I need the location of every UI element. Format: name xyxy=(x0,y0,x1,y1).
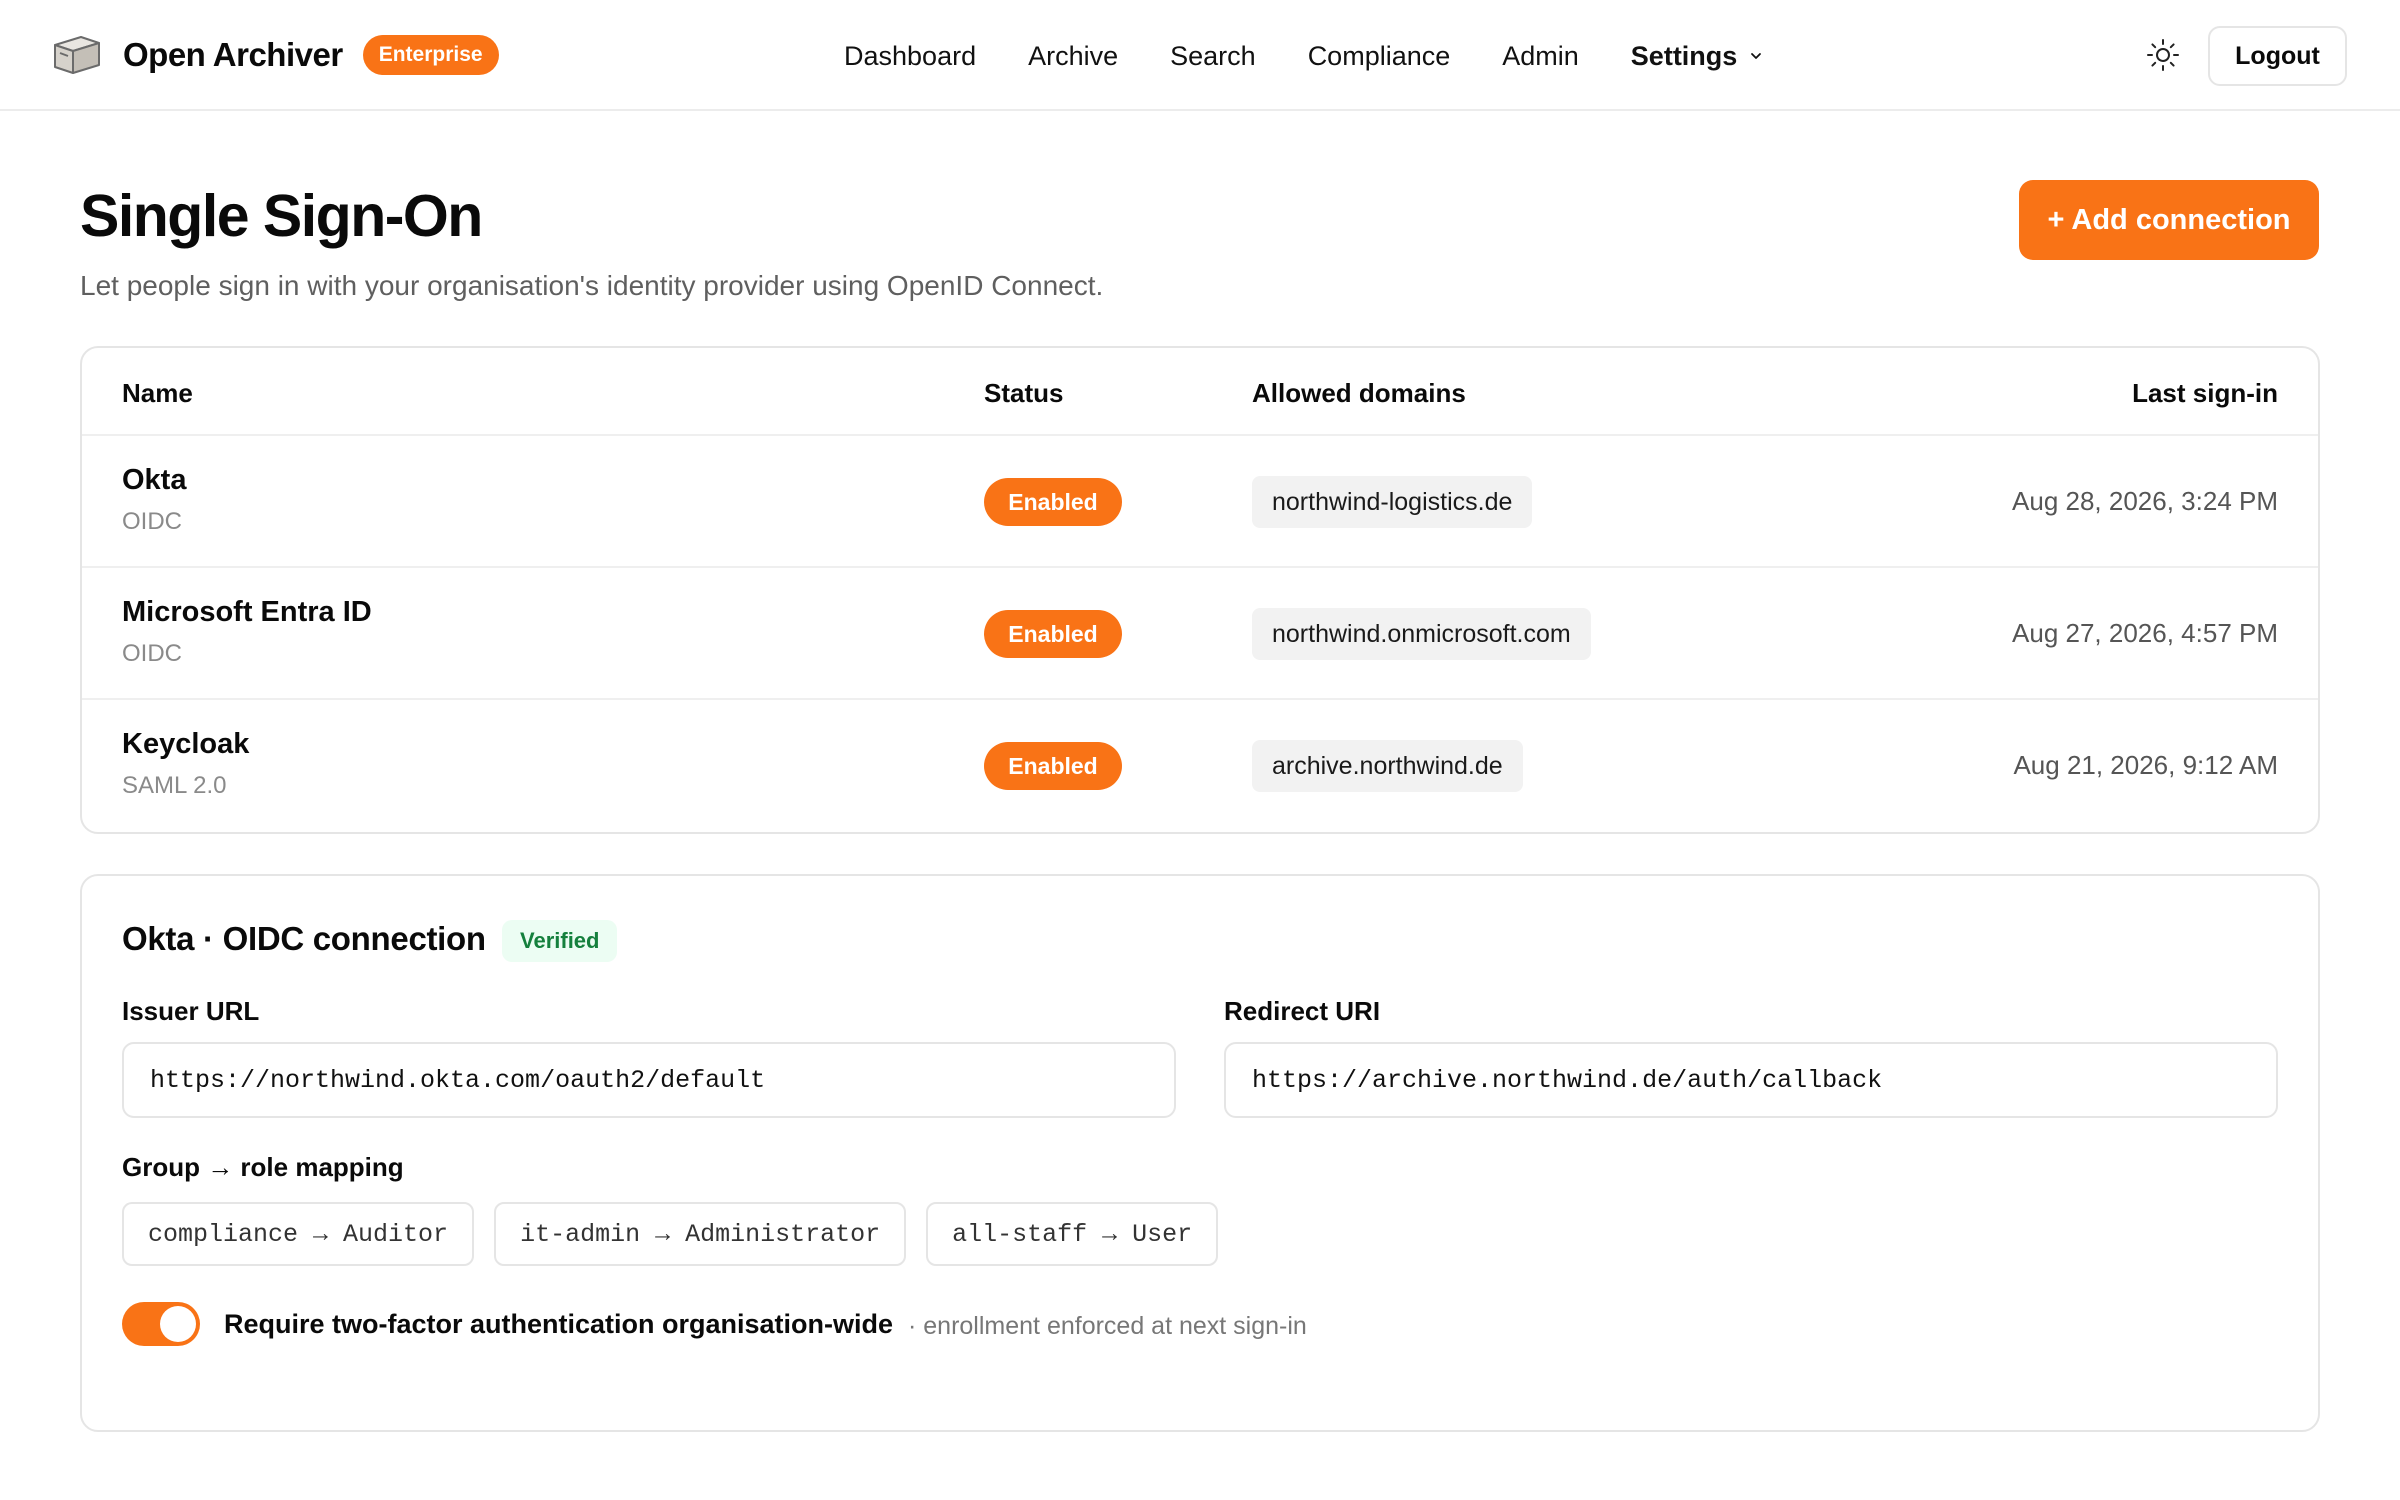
main-nav: Dashboard Archive Search Compliance Admi… xyxy=(844,30,1763,82)
last-sign-in: Aug 27, 2026, 4:57 PM xyxy=(2012,618,2278,648)
chevron-down-icon xyxy=(1751,53,1762,59)
nav-settings-label: Settings xyxy=(1630,40,1738,71)
logout-button[interactable]: Logout xyxy=(2208,26,2347,86)
two-factor-note: · enrollment enforced at next sign-in xyxy=(908,1312,1307,1340)
verified-badge: Verified xyxy=(502,920,618,962)
last-sign-in: Aug 21, 2026, 9:12 AM xyxy=(2013,750,2278,780)
nav-archive[interactable]: Archive xyxy=(1028,41,1118,72)
mapping-chip[interactable]: it-admin → Administrator xyxy=(494,1202,907,1266)
connection-type: OIDC xyxy=(122,640,182,667)
column-header-allowed-domains: Allowed domains xyxy=(1252,378,1466,408)
table-row[interactable]: Keycloak SAML 2.0 Enabled archive.northw… xyxy=(82,700,2318,832)
edition-badge: Enterprise xyxy=(362,35,499,75)
allowed-domain-chip: archive.northwind.de xyxy=(1252,740,1523,792)
two-factor-toggle[interactable] xyxy=(122,1302,200,1346)
group-role-mapping-label: Group → role mapping xyxy=(122,1152,404,1182)
mapping-chip[interactable]: compliance → Auditor xyxy=(122,1202,475,1266)
last-sign-in: Aug 28, 2026, 3:24 PM xyxy=(2012,486,2278,516)
nav-settings-dropdown[interactable]: Settings xyxy=(1631,41,1764,72)
add-connection-button[interactable]: + Add connection xyxy=(2019,180,2319,260)
allowed-domain-chip: northwind-logistics.de xyxy=(1252,476,1533,528)
status-badge: Enabled xyxy=(984,610,1122,658)
nav-dashboard[interactable]: Dashboard xyxy=(844,41,976,72)
brand[interactable]: Open Archiver Enterprise xyxy=(51,30,499,80)
connection-type: SAML 2.0 xyxy=(122,772,227,799)
page-subtitle: Let people sign in with your organisatio… xyxy=(80,270,1104,301)
archive-box-icon xyxy=(54,36,100,74)
page-title: Single Sign-On xyxy=(80,183,483,249)
sun-icon[interactable] xyxy=(2146,38,2180,72)
nav-admin[interactable]: Admin xyxy=(1502,41,1579,72)
toggle-knob xyxy=(160,1306,196,1342)
group-role-mapping-list: compliance → Auditor it-admin → Administ… xyxy=(122,1202,1238,1266)
connection-name: Keycloak xyxy=(122,728,250,760)
redirect-uri-label: Redirect URI xyxy=(1224,996,1381,1026)
top-navigation-bar: Open Archiver Enterprise Dashboard Archi… xyxy=(0,0,2400,111)
table-row[interactable]: Microsoft Entra ID OIDC Enabled northwin… xyxy=(82,568,2318,700)
nav-search[interactable]: Search xyxy=(1170,41,1256,72)
allowed-domain-chip: northwind.onmicrosoft.com xyxy=(1252,608,1591,660)
connection-type: OIDC xyxy=(122,508,182,535)
status-badge: Enabled xyxy=(984,742,1122,790)
connection-name: Microsoft Entra ID xyxy=(122,596,372,628)
two-factor-label: Require two-factor authentication organi… xyxy=(224,1309,894,1339)
detail-title: Okta · OIDC connection xyxy=(122,920,486,957)
sso-connections-table: Name Status Allowed domains Last sign-in… xyxy=(80,346,2320,834)
mapping-chip[interactable]: all-staff → User xyxy=(926,1202,1219,1266)
status-badge: Enabled xyxy=(984,478,1122,526)
issuer-url-label: Issuer URL xyxy=(122,996,260,1026)
connection-detail-panel: Okta · OIDC connection Verified Issuer U… xyxy=(80,874,2320,1432)
brand-name: Open Archiver xyxy=(123,36,343,73)
redirect-uri-field[interactable]: https://archive.northwind.de/auth/callba… xyxy=(1224,1042,2278,1118)
column-header-status: Status xyxy=(984,378,1064,408)
table-row[interactable]: Okta OIDC Enabled northwind-logistics.de… xyxy=(82,436,2318,568)
nav-compliance[interactable]: Compliance xyxy=(1308,41,1451,72)
column-header-last-sign-in: Last sign-in xyxy=(2132,378,2278,408)
table-header: Name Status Allowed domains Last sign-in xyxy=(82,348,2318,436)
connection-name: Okta xyxy=(122,464,187,496)
issuer-url-field[interactable]: https://northwind.okta.com/oauth2/defaul… xyxy=(122,1042,1176,1118)
column-header-name: Name xyxy=(122,378,193,408)
